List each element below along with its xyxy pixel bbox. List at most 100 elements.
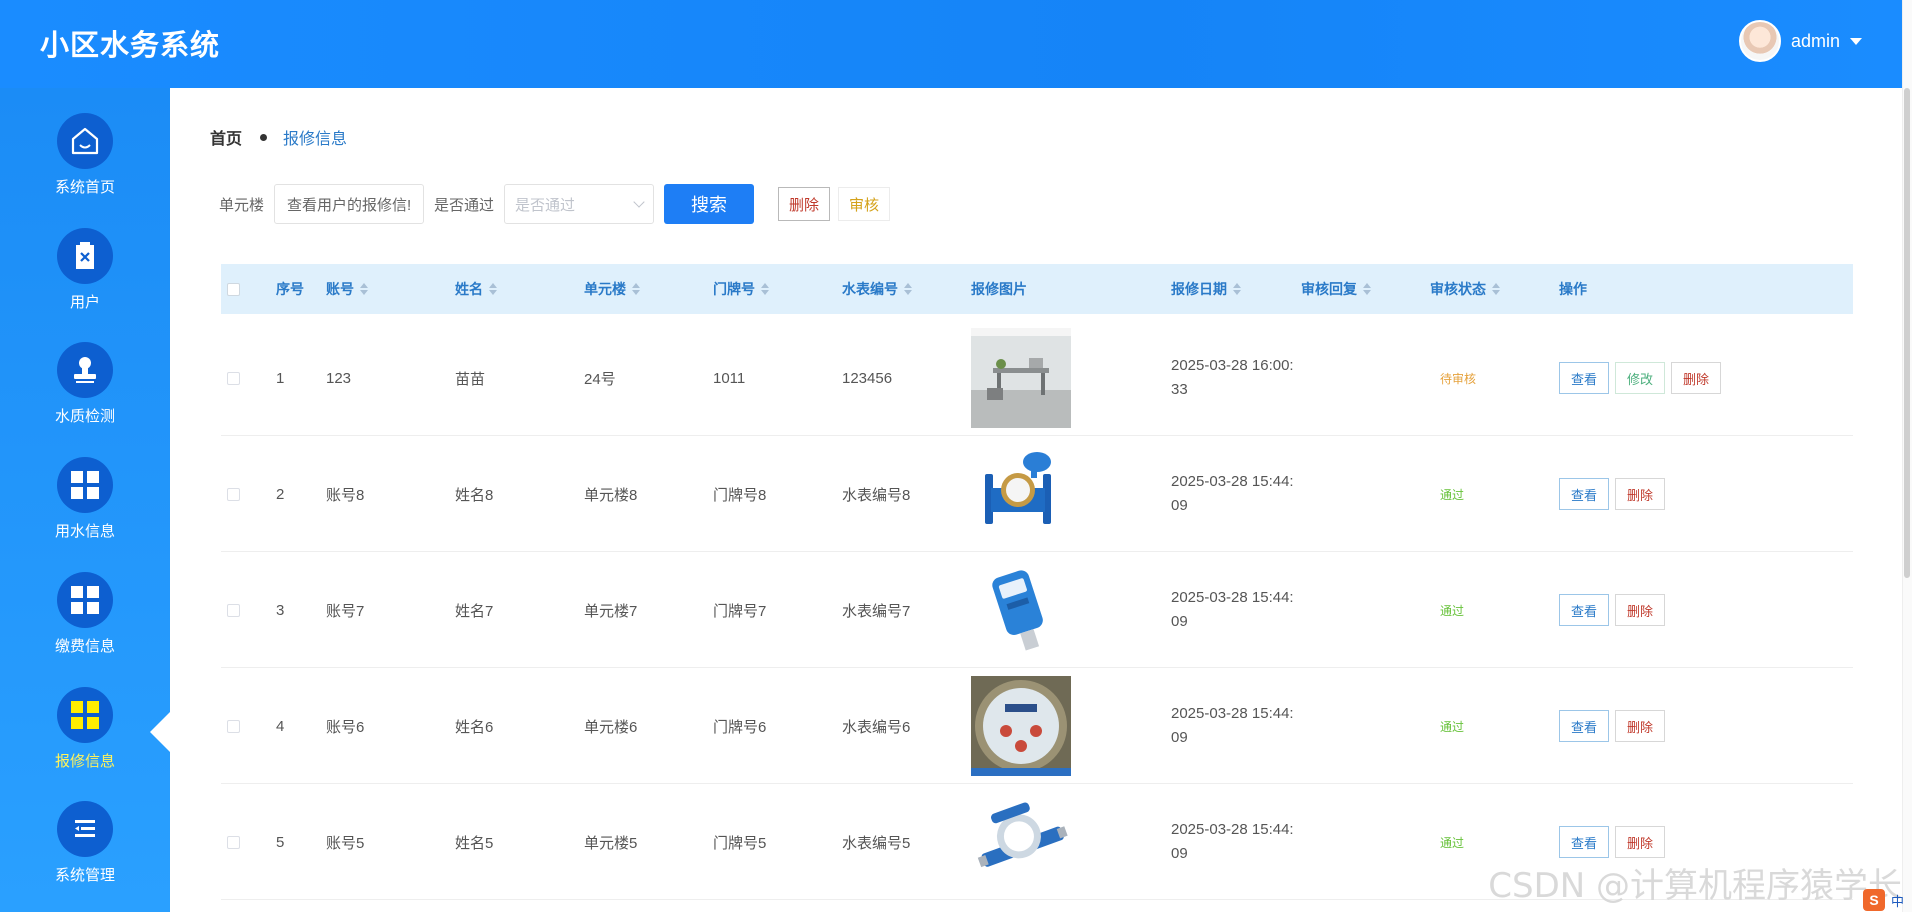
view-button[interactable]: 查看 [1559,362,1610,394]
caret-down-icon[interactable] [1850,37,1862,45]
select-all-checkbox[interactable] [227,264,240,314]
sort-icon [489,283,497,295]
ime-logo-icon[interactable]: S [1862,889,1885,911]
unit-filter-input[interactable]: 查看用户的报修信! [274,184,425,224]
column-header-status[interactable]: 审核状态 [1430,264,1500,314]
sidebar-item-water-quality[interactable]: 水质检测 [0,342,170,457]
batch-delete-button[interactable]: 删除 [778,187,831,221]
ime-toolbar[interactable]: S 中 [1862,888,1904,912]
sort-icon [1233,283,1241,295]
user-name[interactable]: admin [1791,31,1840,52]
app-title: 小区水务系统 [40,30,221,62]
ime-mode-label[interactable]: 中 [1891,891,1904,910]
pass-filter-placeholder: 是否通过 [515,196,576,214]
cell-account: 123 [326,369,352,387]
row-checkbox[interactable] [227,320,240,436]
sidebar-item-payment[interactable]: 缴费信息 [0,572,170,687]
sidebar-item-water-usage[interactable]: 用水信息 [0,457,170,572]
search-button[interactable]: 搜索 [664,184,755,224]
sidebar-item-users[interactable]: 用户 [0,228,170,343]
cell-meter: 水表编号7 [842,602,911,620]
user-menu[interactable]: admin [1738,20,1862,62]
sidebar-item-home[interactable]: 系统首页 [0,113,170,228]
sort-icon [904,283,912,295]
view-button[interactable]: 查看 [1559,710,1610,742]
repair-table: 序号 账号 姓名 单元楼 门牌号 水表编号 报修图片 报修日期 审核回复 审核状… [221,264,1853,900]
status-badge: 通过 [1440,487,1465,502]
watermark: CSDN @计算机程序猿学长 [1488,866,1902,906]
active-indicator [150,712,170,752]
pass-filter-select[interactable]: 是否通过 [504,184,655,224]
repair-image[interactable] [971,676,1071,776]
row-checkbox[interactable] [227,668,240,784]
repair-image[interactable] [971,328,1071,428]
cell-index: 5 [276,833,285,851]
grid-icon [57,687,113,743]
cell-date: 2025-03-28 15:44: 09 [1171,821,1294,862]
sidebar-item-label: 用水信息 [54,523,115,540]
delete-button[interactable]: 删除 [1615,478,1666,510]
view-button[interactable]: 查看 [1559,594,1610,626]
grid-icon [57,572,113,628]
view-button[interactable]: 查看 [1559,826,1610,858]
row-checkbox[interactable] [227,784,240,900]
cell-status: 通过 [1440,436,1464,552]
column-header-actions: 操作 [1559,281,1587,297]
cell-actions: 查看 删除 [1559,436,1666,552]
cell-actions: 查看 删除 [1559,552,1666,668]
column-header-meter[interactable]: 水表编号 [842,264,912,314]
menu-list-icon [57,801,113,857]
delete-button[interactable]: 删除 [1615,826,1666,858]
column-header-account[interactable]: 账号 [326,264,368,314]
repair-image[interactable] [971,444,1071,544]
table-row: 1 123 苗苗 24号 1011 123456 2025-03-28 16:0… [221,320,1853,436]
sort-icon [632,283,640,295]
repair-image[interactable] [971,792,1071,892]
avatar[interactable] [1738,20,1781,62]
sidebar-item-label: 缴费信息 [54,638,115,655]
column-header-unit[interactable]: 单元楼 [584,264,640,314]
breadcrumb: 首页 报修信息 [210,125,347,149]
breadcrumb-home[interactable]: 首页 [210,125,242,149]
column-header-name[interactable]: 姓名 [455,264,497,314]
grid-icon [57,457,113,513]
repair-image[interactable] [971,560,1071,660]
cell-index: 3 [276,601,285,619]
cell-date: 2025-03-28 15:44: 09 [1171,473,1294,514]
sidebar-item-repair[interactable]: 报修信息 [0,687,170,802]
stamp-icon [57,342,113,398]
cell-meter: 水表编号8 [842,486,911,504]
column-header-door[interactable]: 门牌号 [713,264,769,314]
sidebar-item-system[interactable]: 系统管理 [0,801,170,912]
cell-name: 姓名7 [455,602,494,620]
audit-button[interactable]: 审核 [838,187,891,221]
pass-filter-label: 是否通过 [434,196,495,214]
cell-unit: 单元楼6 [584,718,638,736]
edit-button[interactable]: 修改 [1615,362,1666,394]
cell-status: 通过 [1440,552,1464,668]
cell-account: 账号8 [326,486,365,504]
scrollbar-thumb[interactable] [1904,88,1910,578]
row-checkbox[interactable] [227,552,240,668]
filter-bar: 单元楼 查看用户的报修信! 是否通过 是否通过 搜索 删除 审核 [219,183,891,225]
column-header-date[interactable]: 报修日期 [1171,264,1241,314]
cell-door: 1011 [713,369,746,387]
column-header-reply[interactable]: 审核回复 [1301,264,1371,314]
delete-button[interactable]: 删除 [1671,362,1722,394]
sort-icon [360,283,368,295]
view-button[interactable]: 查看 [1559,478,1610,510]
cell-index: 4 [276,717,285,735]
cell-unit: 单元楼5 [584,834,638,852]
delete-button[interactable]: 删除 [1615,594,1666,626]
table-row: 4 账号6 姓名6 单元楼6 门牌号6 水表编号6 2025-03-28 15:… [221,668,1853,784]
clipboard-x-icon [57,228,113,284]
column-header-image: 报修图片 [971,281,1027,297]
cell-unit: 单元楼8 [584,486,638,504]
delete-button[interactable]: 删除 [1615,710,1666,742]
status-badge: 通过 [1440,719,1465,734]
row-checkbox[interactable] [227,436,240,552]
page-scrollbar[interactable] [1902,0,1912,912]
cell-status: 待审核 [1440,320,1476,436]
cell-unit: 24号 [584,370,616,388]
cell-status: 通过 [1440,784,1464,900]
